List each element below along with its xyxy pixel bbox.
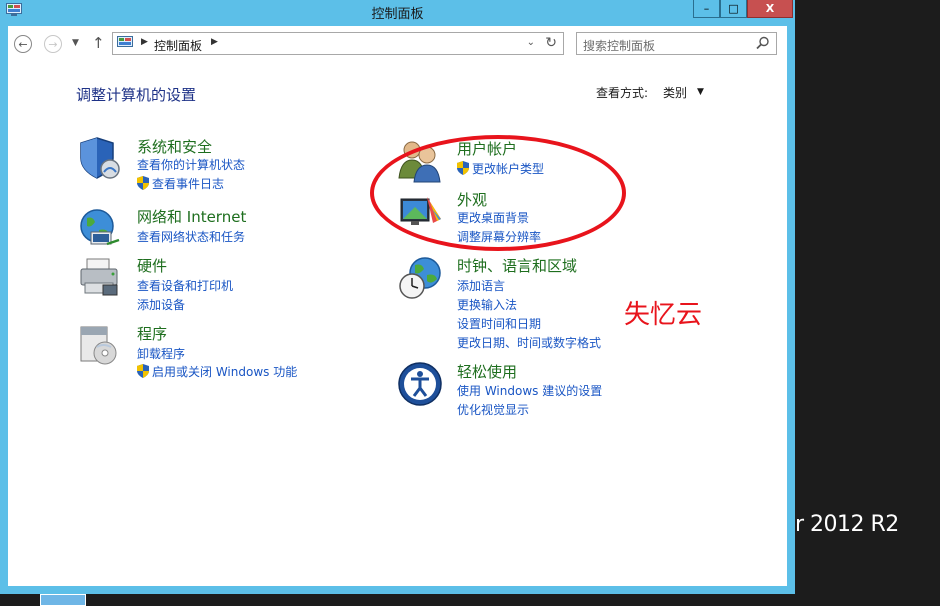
view-by-label: 查看方式: [596,86,649,100]
forward-button[interactable]: → [44,35,62,53]
link-text[interactable]: 启用或关闭 Windows 功能 [152,365,297,379]
maximize-button[interactable]: □ [720,0,747,18]
link-windows-features[interactable]: 启用或关闭 Windows 功能 [137,363,297,380]
window-title: 控制面板 [371,7,424,22]
annotation-watermark-text: 失忆云 [624,300,703,330]
window-controls: – □ X [693,0,793,18]
page-heading: 调整计算机的设置 [76,86,197,104]
search-icon[interactable] [756,36,770,50]
network-globe-icon[interactable] [77,206,123,252]
view-by-dropdown[interactable]: 类别 [663,84,687,101]
breadcrumb-separator-icon[interactable]: ▶ [211,37,218,47]
printer-icon[interactable] [77,255,123,301]
navigation-bar: ← → ▼ ↑ ▶ 控制面板 ▶ ⌄ ↻ 搜索控制面板 [8,26,787,62]
arrow-up-icon: ↑ [92,34,105,52]
minimize-button[interactable]: – [693,0,720,18]
category-title[interactable]: 程序 [137,323,167,344]
address-history-dropdown[interactable]: ⌄ [527,37,535,48]
close-button[interactable]: X [747,0,793,18]
link-set-time-date[interactable]: 设置时间和日期 [457,315,541,332]
desktop-os-branding: r 2012 R2 [795,512,899,537]
link-uninstall-program[interactable]: 卸载程序 [137,345,185,362]
uac-shield-icon [137,176,149,190]
link-view-event-logs[interactable]: 查看事件日志 [137,175,224,192]
search-placeholder: 搜索控制面板 [583,39,656,53]
category-title[interactable]: 轻松使用 [457,361,517,382]
link-view-network-status[interactable]: 查看网络状态和任务 [137,228,245,245]
arrow-right-icon: → [48,37,58,51]
up-level-button[interactable]: ↑ [92,34,105,52]
link-add-language[interactable]: 添加语言 [457,277,505,294]
recent-locations-dropdown[interactable]: ▼ [72,38,79,48]
uac-shield-icon [137,364,149,378]
programs-icon[interactable] [77,323,123,369]
control-panel-window: 控制面板 – □ X ← → ▼ ↑ ▶ 控制面板 ▶ ⌄ ↻ 搜索控制面板 调… [0,0,795,594]
search-box[interactable]: 搜索控制面板 [576,32,777,55]
link-devices-printers[interactable]: 查看设备和打印机 [137,277,233,294]
annotation-highlight-ellipse [370,135,626,251]
link-text[interactable]: 查看事件日志 [152,177,224,191]
category-title[interactable]: 网络和 Internet [137,206,246,227]
system-security-shield-icon[interactable] [77,136,123,182]
category-title[interactable]: 系统和安全 [137,136,212,157]
breadcrumb-control-panel[interactable]: 控制面板 [154,37,202,54]
link-optimize-visual-display[interactable]: 优化视觉显示 [457,401,529,418]
dropdown-arrow-icon[interactable]: ▼ [697,87,704,97]
link-use-recommended-settings[interactable]: 使用 Windows 建议的设置 [457,382,602,399]
link-add-device[interactable]: 添加设备 [137,296,185,313]
link-change-input-method[interactable]: 更换输入法 [457,296,517,313]
clock-globe-icon[interactable] [397,255,443,301]
ease-of-access-icon[interactable] [397,361,443,407]
arrow-left-icon: ← [18,37,28,51]
control-panel-content: 调整计算机的设置 查看方式: 类别 ▼ 系统和安全 查看你的计算机状态 查看事件… [8,62,787,586]
breadcrumb-separator-icon[interactable]: ▶ [141,37,148,47]
link-view-computer-status[interactable]: 查看你的计算机状态 [137,156,245,173]
address-bar[interactable]: ▶ 控制面板 ▶ ⌄ ↻ [112,32,564,55]
link-change-date-time-format[interactable]: 更改日期、时间或数字格式 [457,334,601,351]
refresh-button[interactable]: ↻ [545,35,557,51]
taskbar-item[interactable] [40,594,86,606]
control-panel-location-icon [117,36,133,47]
back-button[interactable]: ← [14,35,32,53]
title-bar[interactable]: 控制面板 – □ X [0,0,795,24]
category-title[interactable]: 硬件 [137,255,167,276]
category-title[interactable]: 时钟、语言和区域 [457,255,577,276]
